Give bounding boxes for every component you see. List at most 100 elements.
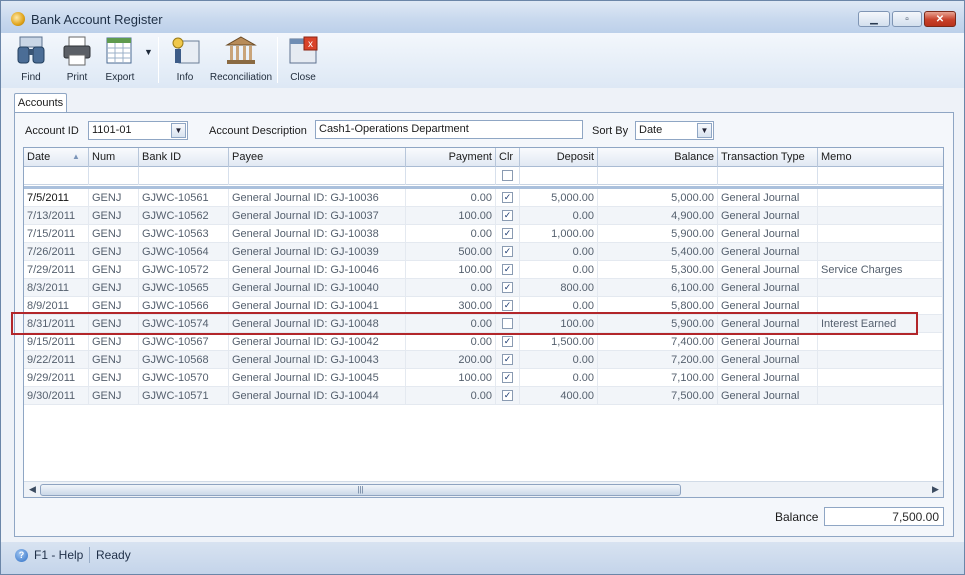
cell-memo[interactable] — [818, 279, 943, 297]
clr-checkbox[interactable]: ✓ — [502, 228, 513, 239]
table-row[interactable]: 9/30/2011 GENJ GJWC-10571 General Journal I… — [24, 387, 943, 405]
help-text[interactable]: F1 - Help — [34, 548, 83, 562]
table-row[interactable]: 9/22/2011 GENJ GJWC-10568 General Journal I… — [24, 351, 943, 369]
table-row[interactable]: 9/29/2011 GENJ GJWC-10570 General Journal I… — [24, 369, 943, 387]
cell-memo[interactable] — [818, 225, 943, 243]
cell-memo[interactable]: Service Charges — [818, 261, 943, 279]
cell-clr[interactable]: ✓ — [496, 207, 520, 225]
account-id-combo[interactable]: 1101-01 ▼ — [88, 121, 188, 140]
clr-checkbox[interactable]: ✓ — [502, 246, 513, 257]
filter-cell[interactable] — [229, 167, 406, 185]
filter-cell[interactable] — [406, 167, 496, 185]
cell-type[interactable]: General Journal — [718, 279, 818, 297]
cell-payee[interactable]: General Journal ID: GJ-10046 — [229, 261, 406, 279]
reconciliation-button[interactable]: Reconciliation — [209, 33, 273, 88]
cell-balance[interactable]: 5,000.00 — [598, 189, 718, 207]
cell-num[interactable]: GENJ — [89, 369, 139, 387]
cell-type[interactable]: General Journal — [718, 369, 818, 387]
cell-type[interactable]: General Journal — [718, 351, 818, 369]
table-row[interactable]: 7/13/2011 GENJ GJWC-10562 General Journal I… — [24, 207, 943, 225]
cell-clr[interactable]: ✓ — [496, 387, 520, 405]
print-button[interactable]: Print — [55, 33, 99, 88]
table-row[interactable]: 7/15/2011 GENJ GJWC-10563 General Journal I… — [24, 225, 943, 243]
sort-by-combo[interactable]: Date ▼ — [635, 121, 714, 140]
tab-accounts[interactable]: Accounts — [14, 93, 67, 113]
filter-cell[interactable] — [496, 167, 520, 185]
cell-payment[interactable]: 200.00 — [406, 351, 496, 369]
account-description-field[interactable]: Cash1-Operations Department — [315, 120, 583, 139]
cell-deposit[interactable]: 1,500.00 — [520, 333, 598, 351]
cell-deposit[interactable]: 800.00 — [520, 279, 598, 297]
cell-clr[interactable]: ✓ — [496, 261, 520, 279]
cell-payee[interactable]: General Journal ID: GJ-10038 — [229, 225, 406, 243]
cell-payment[interactable]: 500.00 — [406, 243, 496, 261]
cell-clr[interactable]: ✓ — [496, 333, 520, 351]
cell-date[interactable]: 7/29/2011 — [24, 261, 89, 279]
cell-deposit[interactable]: 0.00 — [520, 351, 598, 369]
cell-memo[interactable] — [818, 387, 943, 405]
cell-payee[interactable]: General Journal ID: GJ-10036 — [229, 189, 406, 207]
table-row[interactable]: 7/26/2011 GENJ GJWC-10564 General Journal I… — [24, 243, 943, 261]
header-transaction-type[interactable]: Transaction Type — [718, 148, 818, 167]
header-balance[interactable]: Balance — [598, 148, 718, 167]
cell-num[interactable]: GENJ — [89, 261, 139, 279]
cell-balance[interactable]: 5,900.00 — [598, 225, 718, 243]
header-clr[interactable]: Clr — [496, 148, 520, 167]
cell-date[interactable]: 9/22/2011 — [24, 351, 89, 369]
cell-payee[interactable]: General Journal ID: GJ-10042 — [229, 333, 406, 351]
cell-payee[interactable]: General Journal ID: GJ-10040 — [229, 279, 406, 297]
cell-payee[interactable]: General Journal ID: GJ-10039 — [229, 243, 406, 261]
cell-num[interactable]: GENJ — [89, 189, 139, 207]
cell-clr[interactable]: ✓ — [496, 243, 520, 261]
cell-deposit[interactable]: 0.00 — [520, 207, 598, 225]
table-row[interactable]: 9/15/2011 GENJ GJWC-10567 General Journal I… — [24, 333, 943, 351]
cell-payment[interactable]: 0.00 — [406, 279, 496, 297]
maximize-button[interactable]: ▫ — [892, 11, 922, 27]
clr-checkbox[interactable]: ✓ — [502, 336, 513, 347]
cell-deposit[interactable]: 5,000.00 — [520, 189, 598, 207]
cell-type[interactable]: General Journal — [718, 207, 818, 225]
cell-type[interactable]: General Journal — [718, 333, 818, 351]
header-deposit[interactable]: Deposit — [520, 148, 598, 167]
filter-cell[interactable] — [89, 167, 139, 185]
cell-memo[interactable] — [818, 351, 943, 369]
cell-bank-id[interactable]: GJWC-10568 — [139, 351, 229, 369]
cell-payment[interactable]: 100.00 — [406, 369, 496, 387]
cell-num[interactable]: GENJ — [89, 225, 139, 243]
cell-memo[interactable] — [818, 333, 943, 351]
cell-date[interactable]: 7/26/2011 — [24, 243, 89, 261]
cell-bank-id[interactable]: GJWC-10563 — [139, 225, 229, 243]
cell-date[interactable]: 9/15/2011 — [24, 333, 89, 351]
header-payment[interactable]: Payment — [406, 148, 496, 167]
chevron-down-icon[interactable]: ▼ — [171, 123, 186, 138]
scrollbar-thumb[interactable]: ||| — [40, 484, 681, 496]
cell-deposit[interactable]: 400.00 — [520, 387, 598, 405]
cell-clr[interactable]: ✓ — [496, 225, 520, 243]
cell-num[interactable]: GENJ — [89, 333, 139, 351]
cell-payment[interactable]: 0.00 — [406, 333, 496, 351]
horizontal-scrollbar[interactable]: ◀ ||| ▶ — [24, 481, 943, 497]
filter-cell[interactable] — [520, 167, 598, 185]
table-row[interactable]: 8/3/2011 GENJ GJWC-10565 General Journal ID… — [24, 279, 943, 297]
cell-memo[interactable] — [818, 369, 943, 387]
filter-cell[interactable] — [718, 167, 818, 185]
cell-date[interactable]: 8/3/2011 — [24, 279, 89, 297]
filter-cell[interactable] — [598, 167, 718, 185]
clr-checkbox[interactable]: ✓ — [502, 282, 513, 293]
cell-bank-id[interactable]: GJWC-10561 — [139, 189, 229, 207]
cell-bank-id[interactable]: GJWC-10562 — [139, 207, 229, 225]
cell-balance[interactable]: 7,100.00 — [598, 369, 718, 387]
minimize-button[interactable]: ▁ — [858, 11, 890, 27]
cell-balance[interactable]: 6,100.00 — [598, 279, 718, 297]
cell-num[interactable]: GENJ — [89, 351, 139, 369]
header-num[interactable]: Num — [89, 148, 139, 167]
clr-checkbox[interactable]: ✓ — [502, 210, 513, 221]
cell-num[interactable]: GENJ — [89, 387, 139, 405]
cell-type[interactable]: General Journal — [718, 261, 818, 279]
cell-date[interactable]: 7/15/2011 — [24, 225, 89, 243]
cell-deposit[interactable]: 0.00 — [520, 243, 598, 261]
cell-payee[interactable]: General Journal ID: GJ-10045 — [229, 369, 406, 387]
filter-cell[interactable] — [139, 167, 229, 185]
export-button[interactable]: Export — [99, 33, 141, 88]
find-button[interactable]: Find — [9, 33, 53, 88]
